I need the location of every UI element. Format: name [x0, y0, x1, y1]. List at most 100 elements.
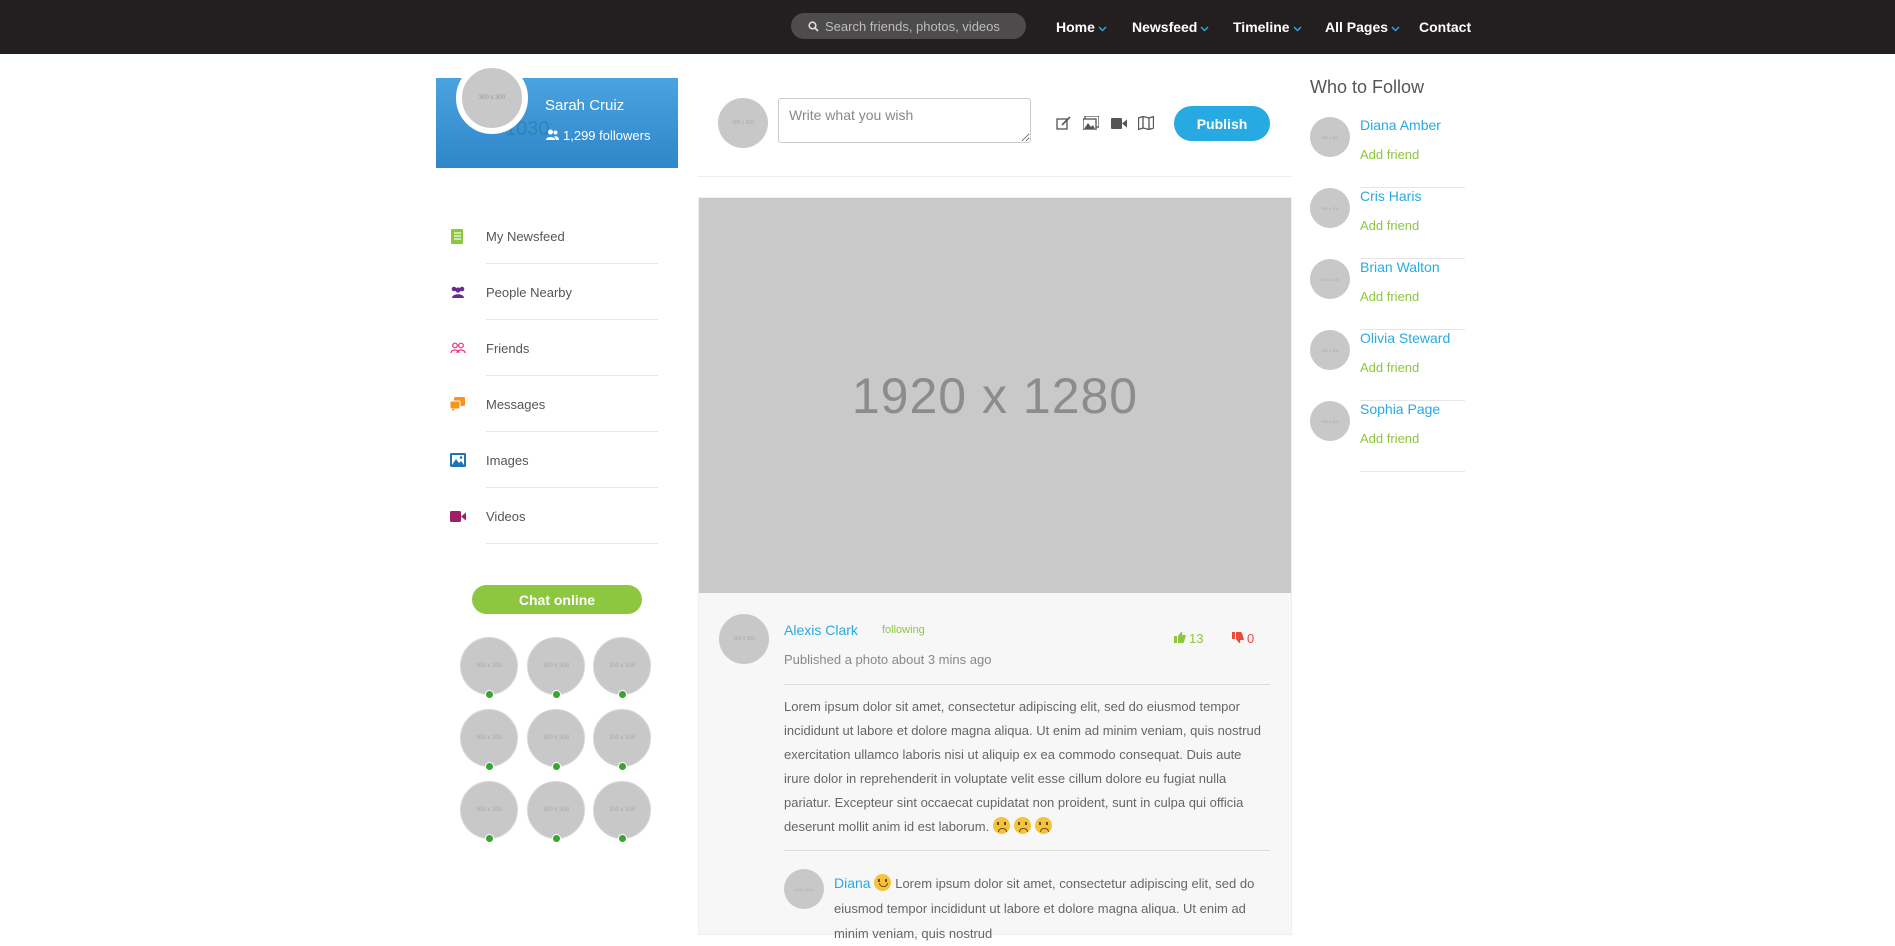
sidebar-item-newsfeed[interactable]: My Newsfeed	[450, 208, 658, 264]
worried-emoji-icon	[992, 817, 1010, 834]
nav-timeline-label: Timeline	[1233, 19, 1290, 35]
divider	[1360, 471, 1465, 472]
search-bar[interactable]	[791, 13, 1026, 39]
profile-avatar[interactable]: 300 x 300	[456, 62, 528, 134]
chat-user-avatar[interactable]: 300 x 300	[593, 637, 651, 699]
worried-emoji-icon	[1013, 817, 1031, 834]
chat-user-avatar[interactable]: 300 x 300	[527, 637, 585, 699]
avatar[interactable]: 300 x 300	[1310, 401, 1350, 441]
profile-name[interactable]: Sarah Cruiz	[545, 97, 624, 114]
nav-contact[interactable]: Contact	[1419, 0, 1471, 54]
thumbs-down-icon	[1232, 631, 1244, 646]
add-friend-link[interactable]: Add friend	[1360, 431, 1419, 446]
follow-name[interactable]: Sophia Page	[1360, 401, 1440, 417]
image-icon[interactable]	[1082, 115, 1100, 131]
search-input[interactable]	[825, 18, 1015, 34]
comment-avatar[interactable]: 300 x 300	[784, 869, 824, 909]
sidebar-item-label: People Nearby	[486, 284, 572, 300]
profile-followers: 1,299 followers	[546, 128, 650, 143]
online-status-dot	[618, 834, 627, 843]
friends-icon	[450, 342, 476, 354]
post-composer-input[interactable]	[778, 98, 1031, 143]
nav-home-label: Home	[1056, 19, 1095, 35]
chat-user-avatar[interactable]: 300 x 300	[527, 781, 585, 843]
avatar[interactable]: 300 x 300	[1310, 188, 1350, 228]
composer-avatar: 300 x 300	[718, 98, 768, 148]
avatar[interactable]: 300 x 300	[1310, 117, 1350, 157]
avatar-placeholder: 300 x 300	[732, 120, 754, 126]
nav-newsfeed-label: Newsfeed	[1132, 19, 1198, 35]
follow-suggestion: 300 x 300 Sophia Page Add friend	[1310, 401, 1465, 472]
comment-body: Lorem ipsum dolor sit amet, consectetur …	[834, 876, 1255, 941]
dislike-button[interactable]: 0	[1232, 631, 1254, 646]
sidebar-item-label: Images	[486, 452, 529, 468]
add-friend-link[interactable]: Add friend	[1360, 289, 1419, 304]
avatar-placeholder: 300 x 300	[608, 807, 636, 813]
smile-emoji-icon	[874, 874, 892, 891]
chevron-down-icon	[1200, 19, 1209, 35]
avatar[interactable]: 300 x 300	[1310, 259, 1350, 299]
avatar-placeholder: 300 x 300	[1321, 205, 1339, 211]
sidebar-item-label: Messages	[486, 396, 546, 412]
sidebar-item-messages[interactable]: Messages	[450, 376, 658, 432]
avatar-placeholder: 300 x 300	[475, 807, 503, 813]
newsfeed-icon	[450, 228, 476, 244]
publish-button[interactable]: Publish	[1174, 106, 1270, 141]
online-status-dot	[618, 762, 627, 771]
comment-author[interactable]: Diana	[834, 875, 871, 891]
chat-user-avatar[interactable]: 300 x 300	[460, 781, 518, 843]
nav-all-pages[interactable]: All Pages	[1325, 0, 1400, 54]
nav-newsfeed[interactable]: Newsfeed	[1132, 0, 1209, 54]
online-status-dot	[485, 762, 494, 771]
video-icon[interactable]	[1110, 115, 1128, 131]
like-button[interactable]: 13	[1174, 631, 1203, 646]
add-friend-link[interactable]: Add friend	[1360, 218, 1419, 233]
avatar-placeholder: 300 x 300	[542, 663, 570, 669]
follow-name[interactable]: Brian Walton	[1360, 259, 1440, 275]
follow-name[interactable]: Cris Haris	[1360, 188, 1421, 204]
chat-user-avatar[interactable]: 300 x 300	[593, 781, 651, 843]
nav-home[interactable]: Home	[1056, 0, 1107, 54]
follow-name[interactable]: Olivia Steward	[1360, 330, 1450, 346]
online-status-dot	[552, 834, 561, 843]
add-friend-link[interactable]: Add friend	[1360, 147, 1419, 162]
avatar-placeholder: 300 x 300	[542, 735, 570, 741]
chat-user-avatar[interactable]: 300 x 300	[593, 709, 651, 771]
followers-count: 1,299 followers	[563, 128, 651, 143]
map-icon[interactable]	[1137, 115, 1155, 131]
chat-user-avatar[interactable]: 300 x 300	[527, 709, 585, 771]
avatar[interactable]: 300 x 300	[1310, 330, 1350, 370]
post-image[interactable]: 1920 x 1280	[699, 198, 1291, 593]
sidebar-item-label: Videos	[486, 508, 526, 524]
chat-user-avatar[interactable]: 300 x 300	[460, 709, 518, 771]
videos-icon	[450, 510, 476, 522]
sidebar-item-people-nearby[interactable]: People Nearby	[450, 264, 658, 320]
like-count: 13	[1189, 631, 1204, 646]
sidebar-item-images[interactable]: Images	[450, 432, 658, 488]
chevron-down-icon	[1391, 19, 1400, 35]
add-friend-link[interactable]: Add friend	[1360, 360, 1419, 375]
thumbs-up-icon	[1174, 631, 1186, 646]
avatar-placeholder: 300 x 300	[475, 735, 503, 741]
edit-icon[interactable]	[1054, 115, 1072, 131]
online-status-dot	[485, 690, 494, 699]
chat-online-button[interactable]: Chat online	[472, 585, 642, 614]
post-body-text: Lorem ipsum dolor sit amet, consectetur …	[784, 699, 1261, 834]
chevron-down-icon	[1098, 19, 1107, 35]
user-icon	[546, 128, 559, 143]
nav-timeline[interactable]: Timeline	[1233, 0, 1302, 54]
sidebar-item-videos[interactable]: Videos	[450, 488, 658, 544]
sidebar-item-label: Friends	[486, 340, 530, 356]
chat-user-avatar[interactable]: 300 x 300	[460, 637, 518, 699]
avatar-placeholder: 300 x 300	[1321, 347, 1339, 353]
nav-contact-label: Contact	[1419, 19, 1472, 35]
divider	[698, 176, 1292, 177]
sidebar-menu: My Newsfeed People Nearby Friends Messag…	[450, 208, 658, 544]
post-author-name[interactable]: Alexis Clark	[784, 622, 858, 638]
post-image-label: 1920 x 1280	[851, 367, 1139, 424]
sidebar-item-friends[interactable]: Friends	[450, 320, 658, 376]
post-author-avatar[interactable]: 300 x 300	[719, 614, 769, 664]
avatar-placeholder: 300 x 300	[1321, 134, 1339, 140]
follow-name[interactable]: Diana Amber	[1360, 117, 1441, 133]
following-badge[interactable]: following	[882, 624, 925, 636]
